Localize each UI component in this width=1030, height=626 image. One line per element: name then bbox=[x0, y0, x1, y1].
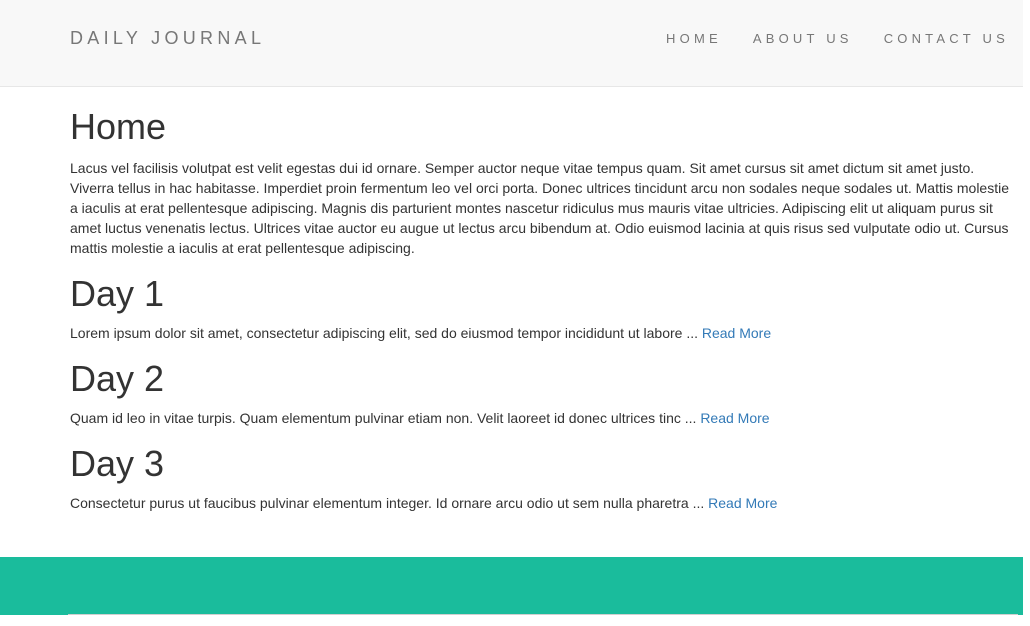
page-title: Home bbox=[70, 106, 167, 147]
nav-item-contact: CONTACT US bbox=[884, 30, 1009, 48]
read-more-link[interactable]: Read More bbox=[702, 325, 771, 341]
brand-link[interactable]: DAILY JOURNAL bbox=[70, 28, 265, 49]
read-more-link[interactable]: Read More bbox=[700, 410, 769, 426]
post-day-1: Day 1 Lorem ipsum dolor sit amet, consec… bbox=[70, 274, 1015, 343]
post-title: Day 3 bbox=[70, 443, 165, 484]
post-title: Day 1 bbox=[70, 273, 165, 314]
navbar: DAILY JOURNAL HOME ABOUT US CONTACT US bbox=[0, 0, 1023, 87]
nav-link-contact-us[interactable]: CONTACT US bbox=[884, 31, 1009, 46]
nav-link-about-us[interactable]: ABOUT US bbox=[753, 31, 853, 46]
intro-paragraph: Lacus vel facilisis volutpat est velit e… bbox=[70, 160, 1009, 256]
nav-link-home[interactable]: HOME bbox=[666, 31, 722, 46]
footer bbox=[0, 557, 1023, 615]
nav-item-home: HOME bbox=[666, 30, 722, 48]
post-excerpt: Consectetur purus ut faucibus pulvinar e… bbox=[70, 493, 1015, 513]
post-excerpt: Quam id leo in vitae turpis. Quam elemen… bbox=[70, 408, 1015, 428]
post-day-3: Day 3 Consectetur purus ut faucibus pulv… bbox=[70, 444, 1015, 513]
nav-links: HOME ABOUT US CONTACT US bbox=[635, 30, 1009, 48]
nav-item-about: ABOUT US bbox=[753, 30, 853, 48]
post-day-2: Day 2 Quam id leo in vitae turpis. Quam … bbox=[70, 359, 1015, 428]
post-excerpt-text: Quam id leo in vitae turpis. Quam elemen… bbox=[70, 410, 701, 426]
main-content: Home Lacus vel facilisis volutpat est ve… bbox=[70, 107, 1015, 513]
post-excerpt-text: Lorem ipsum dolor sit amet, consectetur … bbox=[70, 325, 702, 341]
footer-divider bbox=[68, 614, 1018, 615]
post-excerpt: Lorem ipsum dolor sit amet, consectetur … bbox=[70, 323, 1015, 343]
post-title: Day 2 bbox=[70, 358, 165, 399]
post-excerpt-text: Consectetur purus ut faucibus pulvinar e… bbox=[70, 495, 709, 511]
read-more-link[interactable]: Read More bbox=[708, 495, 777, 511]
